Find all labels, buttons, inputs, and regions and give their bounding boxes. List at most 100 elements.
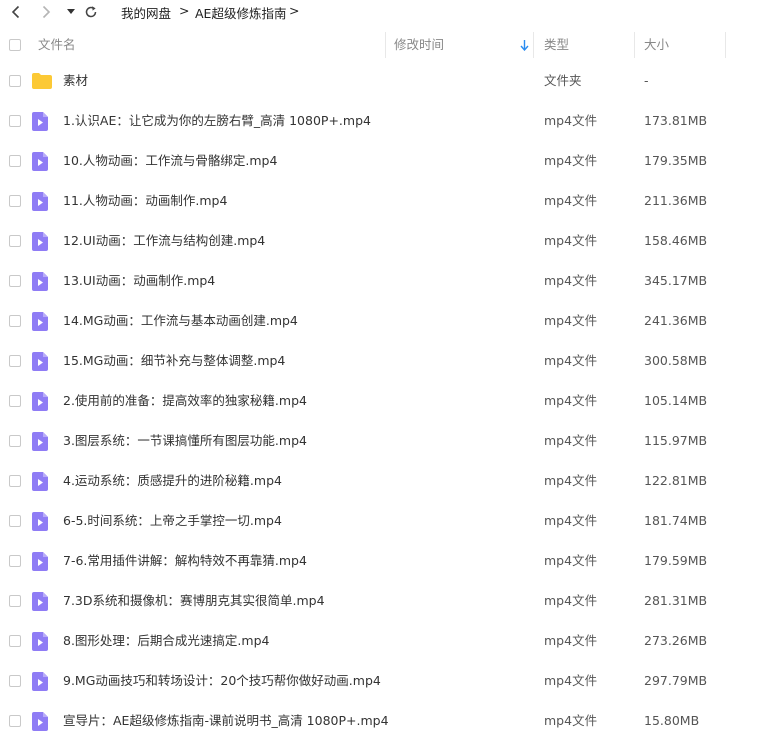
row-checkbox[interactable] (9, 395, 21, 407)
file-name[interactable]: 9.MG动画技巧和转场设计：20个技巧帮你做好动画.mp4 (63, 661, 381, 701)
file-row[interactable]: 8.图形处理：后期合成光速搞定.mp4 mp4文件 273.26MB (0, 621, 763, 661)
row-checkbox[interactable] (9, 275, 21, 287)
file-size: 300.58MB (644, 353, 708, 368)
column-divider[interactable] (725, 32, 726, 58)
video-file-icon (32, 112, 50, 131)
sort-descending-icon[interactable] (520, 40, 529, 51)
breadcrumb-item-current-folder[interactable]: AE超级修炼指南 (195, 3, 286, 22)
row-checkbox[interactable] (9, 115, 21, 127)
file-name[interactable]: 10.人物动画：工作流与骨骼绑定.mp4 (63, 141, 277, 181)
row-checkbox[interactable] (9, 675, 21, 687)
folder-row[interactable]: 素材 文件夹 - (0, 61, 763, 101)
row-checkbox[interactable] (9, 155, 21, 167)
row-checkbox[interactable] (9, 235, 21, 247)
file-name[interactable]: 4.运动系统：质感提升的进阶秘籍.mp4 (63, 461, 282, 501)
file-row[interactable]: 12.UI动画：工作流与结构创建.mp4 mp4文件 158.46MB (0, 221, 763, 261)
chevron-right-icon (42, 5, 51, 19)
row-checkbox[interactable] (9, 195, 21, 207)
select-all-checkbox[interactable] (9, 39, 21, 51)
row-checkbox[interactable] (9, 75, 21, 87)
column-divider[interactable] (634, 32, 635, 58)
file-type: mp4文件 (544, 313, 598, 328)
video-file-icon (32, 312, 50, 331)
refresh-button[interactable] (81, 0, 101, 24)
file-row[interactable]: 9.MG动画技巧和转场设计：20个技巧帮你做好动画.mp4 mp4文件 297.79… (0, 661, 763, 701)
column-header-name[interactable]: 文件名 (38, 30, 76, 60)
file-row[interactable]: 1.认识AE：让它成为你的左膀右臂_高清 1080P+.mp4 mp4文件 173.… (0, 101, 763, 141)
file-row[interactable]: 4.运动系统：质感提升的进阶秘籍.mp4 mp4文件 122.81MB (0, 461, 763, 501)
file-type: mp4文件 (544, 193, 598, 208)
file-size: 181.74MB (644, 513, 708, 528)
video-file-icon (32, 152, 50, 171)
file-name[interactable]: 素材 (63, 61, 88, 101)
file-size: 15.80MB (644, 713, 700, 728)
column-divider[interactable] (385, 32, 386, 58)
row-checkbox[interactable] (9, 555, 21, 567)
row-checkbox[interactable] (9, 715, 21, 727)
file-name[interactable]: 2.使用前的准备：提高效率的独家秘籍.mp4 (63, 381, 307, 421)
folder-icon (32, 73, 52, 91)
file-size: - (644, 73, 649, 88)
file-name[interactable]: 7.3D系统和摄像机：赛博朋克其实很简单.mp4 (63, 581, 325, 621)
file-row[interactable]: 14.MG动画：工作流与基本动画创建.mp4 mp4文件 241.36MB (0, 301, 763, 341)
column-header-size[interactable]: 大小 (644, 30, 669, 60)
navigation-bar: 我的网盘 > AE超级修炼指南 > (0, 0, 763, 24)
file-row[interactable]: 15.MG动画：细节补充与整体调整.mp4 mp4文件 300.58MB (0, 341, 763, 381)
row-checkbox[interactable] (9, 595, 21, 607)
video-file-icon (32, 272, 50, 291)
file-type: mp4文件 (544, 393, 598, 408)
file-name[interactable]: 12.UI动画：工作流与结构创建.mp4 (63, 221, 265, 261)
chevron-left-icon (11, 5, 20, 19)
row-checkbox[interactable] (9, 315, 21, 327)
file-size: 158.46MB (644, 233, 708, 248)
video-file-icon (32, 352, 50, 371)
row-checkbox[interactable] (9, 355, 21, 367)
column-divider[interactable] (533, 32, 534, 58)
file-size: 105.14MB (644, 393, 708, 408)
file-type: 文件夹 (544, 73, 582, 88)
file-name[interactable]: 3.图层系统：一节课搞懂所有图层功能.mp4 (63, 421, 307, 461)
video-file-icon (32, 472, 50, 491)
file-name[interactable]: 6-5.时间系统：上帝之手掌控一切.mp4 (63, 501, 282, 541)
file-row[interactable]: 13.UI动画：动画制作.mp4 mp4文件 345.17MB (0, 261, 763, 301)
file-name[interactable]: 11.人物动画：动画制作.mp4 (63, 181, 227, 221)
file-list-header: 文件名 修改时间 类型 大小 (0, 30, 763, 60)
forward-button[interactable] (36, 0, 56, 24)
file-name[interactable]: 8.图形处理：后期合成光速搞定.mp4 (63, 621, 269, 661)
file-row[interactable]: 7-6.常用插件讲解：解构特效不再靠猜.mp4 mp4文件 179.59MB (0, 541, 763, 581)
file-type: mp4文件 (544, 113, 598, 128)
video-file-icon (32, 632, 50, 651)
file-row[interactable]: 7.3D系统和摄像机：赛博朋克其实很简单.mp4 mp4文件 281.31MB (0, 581, 763, 621)
file-size: 297.79MB (644, 673, 708, 688)
file-size: 179.35MB (644, 153, 708, 168)
file-name[interactable]: 宣导片：AE超级修炼指南-课前说明书_高清 1080P+.mp4 (63, 701, 389, 741)
file-row[interactable]: 2.使用前的准备：提高效率的独家秘籍.mp4 mp4文件 105.14MB (0, 381, 763, 421)
history-dropdown-button[interactable] (64, 0, 78, 24)
caret-down-icon (67, 9, 75, 14)
file-size: 115.97MB (644, 433, 708, 448)
row-checkbox[interactable] (9, 515, 21, 527)
file-name[interactable]: 13.UI动画：动画制作.mp4 (63, 261, 215, 301)
file-type: mp4文件 (544, 513, 598, 528)
file-row[interactable]: 10.人物动画：工作流与骨骼绑定.mp4 mp4文件 179.35MB (0, 141, 763, 181)
row-checkbox[interactable] (9, 435, 21, 447)
file-name[interactable]: 7-6.常用插件讲解：解构特效不再靠猜.mp4 (63, 541, 307, 581)
file-type: mp4文件 (544, 353, 598, 368)
file-row[interactable]: 11.人物动画：动画制作.mp4 mp4文件 211.36MB (0, 181, 763, 221)
file-type: mp4文件 (544, 633, 598, 648)
breadcrumb-separator: > (289, 3, 300, 18)
column-header-modified[interactable]: 修改时间 (394, 30, 444, 60)
file-row[interactable]: 3.图层系统：一节课搞懂所有图层功能.mp4 mp4文件 115.97MB (0, 421, 763, 461)
row-checkbox[interactable] (9, 475, 21, 487)
column-header-type[interactable]: 类型 (544, 30, 569, 60)
file-size: 345.17MB (644, 273, 708, 288)
row-checkbox[interactable] (9, 635, 21, 647)
file-row[interactable]: 宣导片：AE超级修炼指南-课前说明书_高清 1080P+.mp4 mp4文件 15.… (0, 701, 763, 741)
back-button[interactable] (6, 0, 26, 24)
breadcrumb-item-my-drive[interactable]: 我的网盘 (121, 3, 171, 22)
file-name[interactable]: 14.MG动画：工作流与基本动画创建.mp4 (63, 301, 298, 341)
file-row[interactable]: 6-5.时间系统：上帝之手掌控一切.mp4 mp4文件 181.74MB (0, 501, 763, 541)
file-name[interactable]: 15.MG动画：细节补充与整体调整.mp4 (63, 341, 285, 381)
file-name[interactable]: 1.认识AE：让它成为你的左膀右臂_高清 1080P+.mp4 (63, 101, 371, 141)
file-size: 122.81MB (644, 473, 708, 488)
